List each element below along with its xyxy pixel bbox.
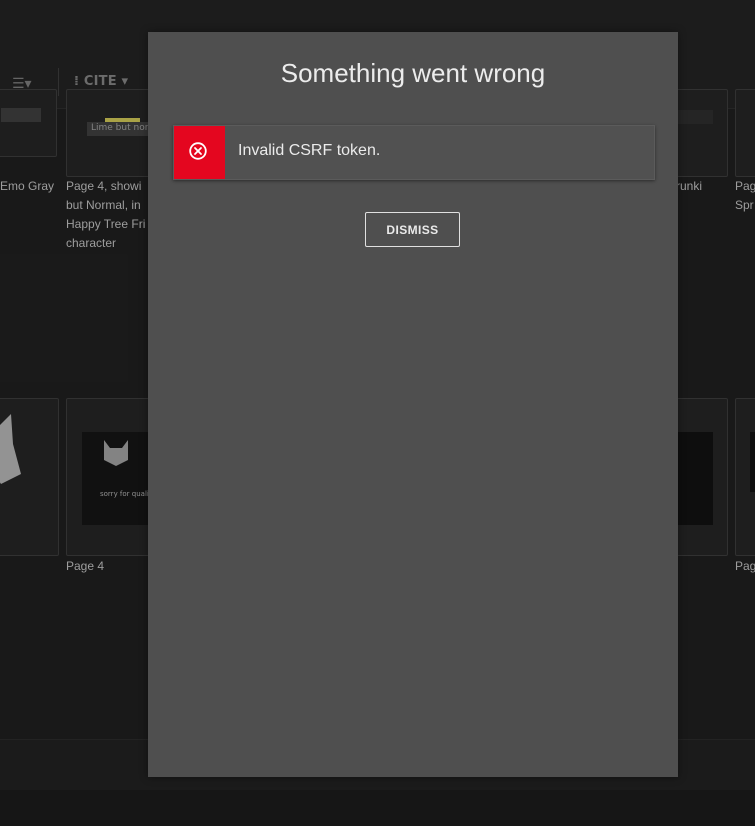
- dialog-title: Something went wrong: [280, 58, 546, 88]
- error-alert: Invalid CSRF token.: [173, 125, 655, 180]
- alert-message: Invalid CSRF token.: [238, 142, 381, 159]
- dismiss-button[interactable]: DISMISS: [365, 212, 460, 247]
- error-dialog: Something went wrong Invalid CSRF token.…: [148, 32, 678, 777]
- alert-icon-box: [174, 126, 225, 179]
- error-circle-x-icon: [189, 142, 207, 160]
